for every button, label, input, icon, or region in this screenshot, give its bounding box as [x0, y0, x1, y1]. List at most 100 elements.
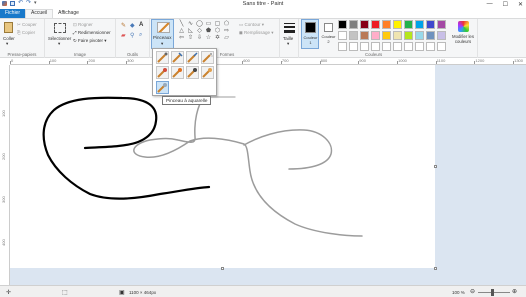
color-swatch[interactable]	[349, 20, 358, 29]
color-picker-icon[interactable]: ⚲	[130, 32, 134, 39]
resize-button[interactable]: ⤢ Redimensionner	[73, 30, 111, 35]
tab-home[interactable]: Accueil	[25, 9, 54, 18]
color-swatch[interactable]	[338, 31, 347, 40]
color-swatch[interactable]	[338, 42, 347, 51]
color-swatch[interactable]	[382, 20, 391, 29]
hexagon-shape-icon[interactable]: ⬡	[213, 28, 222, 35]
color-swatch[interactable]	[371, 20, 380, 29]
tab-view[interactable]: Affichage	[53, 9, 84, 18]
paste-dropdown-icon: ▾	[6, 41, 9, 46]
copy-button[interactable]: ⎘ Copier	[17, 30, 35, 35]
line-shape-icon[interactable]: ╲	[177, 21, 186, 28]
select-button[interactable]: Sélectionner ▾	[48, 21, 72, 47]
color1-button[interactable]: Couleur 1	[301, 19, 319, 49]
resize-handle-right[interactable]	[434, 165, 437, 168]
close-icon[interactable]: ✕	[518, 1, 523, 8]
resize-handle-bottom[interactable]	[221, 267, 224, 270]
edit-colors-button[interactable]: Modifier les couleurs	[448, 19, 478, 58]
callout-shape-icon[interactable]: ▱	[222, 35, 231, 42]
paste-button[interactable]: Coller ▾	[3, 21, 15, 46]
brush-option-brush[interactable]	[156, 51, 169, 64]
color-swatch[interactable]	[415, 31, 424, 40]
color-swatch[interactable]	[404, 20, 413, 29]
color-swatch[interactable]	[393, 20, 402, 29]
color-swatch[interactable]	[437, 20, 446, 29]
zoom-slider[interactable]	[478, 289, 510, 296]
color-swatch[interactable]	[338, 20, 347, 29]
rotate-button[interactable]: ↻ Faire pivoter ▾	[73, 38, 107, 44]
color-swatch[interactable]	[360, 20, 369, 29]
brushes-button[interactable]: Pinceaux ▾	[151, 19, 174, 49]
brush-option-watercolor[interactable]	[156, 81, 169, 94]
ruler-tick-label: 700	[281, 58, 289, 63]
color2-button[interactable]: Couleur 2	[320, 19, 337, 49]
selection-size-icon: ⬚	[62, 290, 68, 296]
fill-button[interactable]: ◼ Remplissage ▾	[239, 30, 274, 36]
oval-shape-icon[interactable]: ◯	[195, 21, 204, 28]
diamond-shape-icon[interactable]: ◇	[195, 28, 204, 35]
zoom-in-icon[interactable]: ⊕	[512, 288, 517, 295]
up-arrow-shape-icon[interactable]: ⇧	[186, 35, 195, 42]
minimize-icon[interactable]: —	[487, 1, 493, 8]
ruler-tick-label: 0	[11, 58, 14, 63]
color-swatch[interactable]	[426, 20, 435, 29]
color-swatch[interactable]	[382, 31, 391, 40]
size-button[interactable]: Taille ▾	[282, 21, 297, 49]
color-swatch[interactable]	[349, 42, 358, 51]
star-six-shape-icon[interactable]: ✡	[213, 35, 222, 42]
triangle-shape-icon[interactable]: △	[177, 28, 186, 35]
left-arrow-shape-icon[interactable]: ⇦	[177, 35, 186, 42]
group-label-image: Image	[74, 52, 86, 57]
crop-button[interactable]: ⊡ Rogner	[73, 22, 93, 28]
pencil-icon[interactable]: ✎	[121, 22, 126, 29]
brush-icon	[157, 22, 170, 33]
down-arrow-shape-icon[interactable]: ⇩	[195, 35, 204, 42]
right-arrow-shape-icon[interactable]: ⇨	[222, 28, 231, 35]
polygon-shape-icon[interactable]: ⬠	[222, 21, 231, 28]
brushes-dropdown-icon: ▾	[161, 41, 164, 46]
star-shape-icon[interactable]: ☆	[204, 35, 213, 42]
color-swatch[interactable]	[404, 42, 413, 51]
brush-option-calligraphy-1[interactable]	[171, 51, 184, 64]
magnifier-icon[interactable]: ⌕	[139, 32, 142, 39]
brush-option-airbrush[interactable]	[201, 51, 214, 64]
brush-option-oil[interactable]	[156, 66, 169, 79]
tab-file[interactable]: Fichier	[0, 9, 26, 18]
color-swatch[interactable]	[360, 31, 369, 40]
color-swatch[interactable]	[426, 31, 435, 40]
ruler-tick-label: 1300	[514, 58, 523, 63]
fill-icon[interactable]: ◆	[130, 22, 135, 29]
color-swatch[interactable]	[415, 42, 424, 51]
maximize-icon[interactable]: ☐	[503, 1, 508, 8]
zoom-slider-thumb[interactable]	[491, 289, 494, 296]
color-swatch[interactable]	[360, 42, 369, 51]
color-swatch[interactable]	[382, 42, 391, 51]
color-swatch[interactable]	[404, 31, 413, 40]
brush-option-pencil[interactable]	[201, 66, 214, 79]
eraser-icon[interactable]: ▰	[121, 32, 126, 39]
color-swatch[interactable]	[437, 42, 446, 51]
resize-handle-corner[interactable]	[434, 267, 437, 270]
curve-shape-icon[interactable]: ∿	[186, 21, 195, 28]
color-swatch[interactable]	[415, 20, 424, 29]
outline-button[interactable]: ▭ Contour ▾	[239, 22, 264, 28]
brush-option-calligraphy-2[interactable]	[186, 51, 199, 64]
text-icon[interactable]: A	[139, 22, 143, 28]
color-swatch[interactable]	[426, 42, 435, 51]
brush-option-marker[interactable]	[186, 66, 199, 79]
color-swatch[interactable]	[371, 31, 380, 40]
canvas[interactable]	[10, 65, 435, 268]
color-swatch[interactable]	[393, 42, 402, 51]
right-triangle-shape-icon[interactable]: ◺	[186, 28, 195, 35]
color-swatch[interactable]	[349, 31, 358, 40]
color-swatch[interactable]	[371, 42, 380, 51]
pentagon-shape-icon[interactable]: ⬟	[204, 28, 213, 35]
ruler-tick	[280, 61, 282, 64]
rectangle-shape-icon[interactable]: ▭	[204, 21, 213, 28]
cut-button[interactable]: ✂ Couper	[17, 22, 37, 28]
color-swatch[interactable]	[393, 31, 402, 40]
brush-option-crayon[interactable]	[171, 66, 184, 79]
rounded-rectangle-shape-icon[interactable]: ▢	[213, 21, 222, 28]
color-swatch[interactable]	[437, 31, 446, 40]
zoom-out-icon[interactable]: ⊖	[470, 288, 475, 295]
